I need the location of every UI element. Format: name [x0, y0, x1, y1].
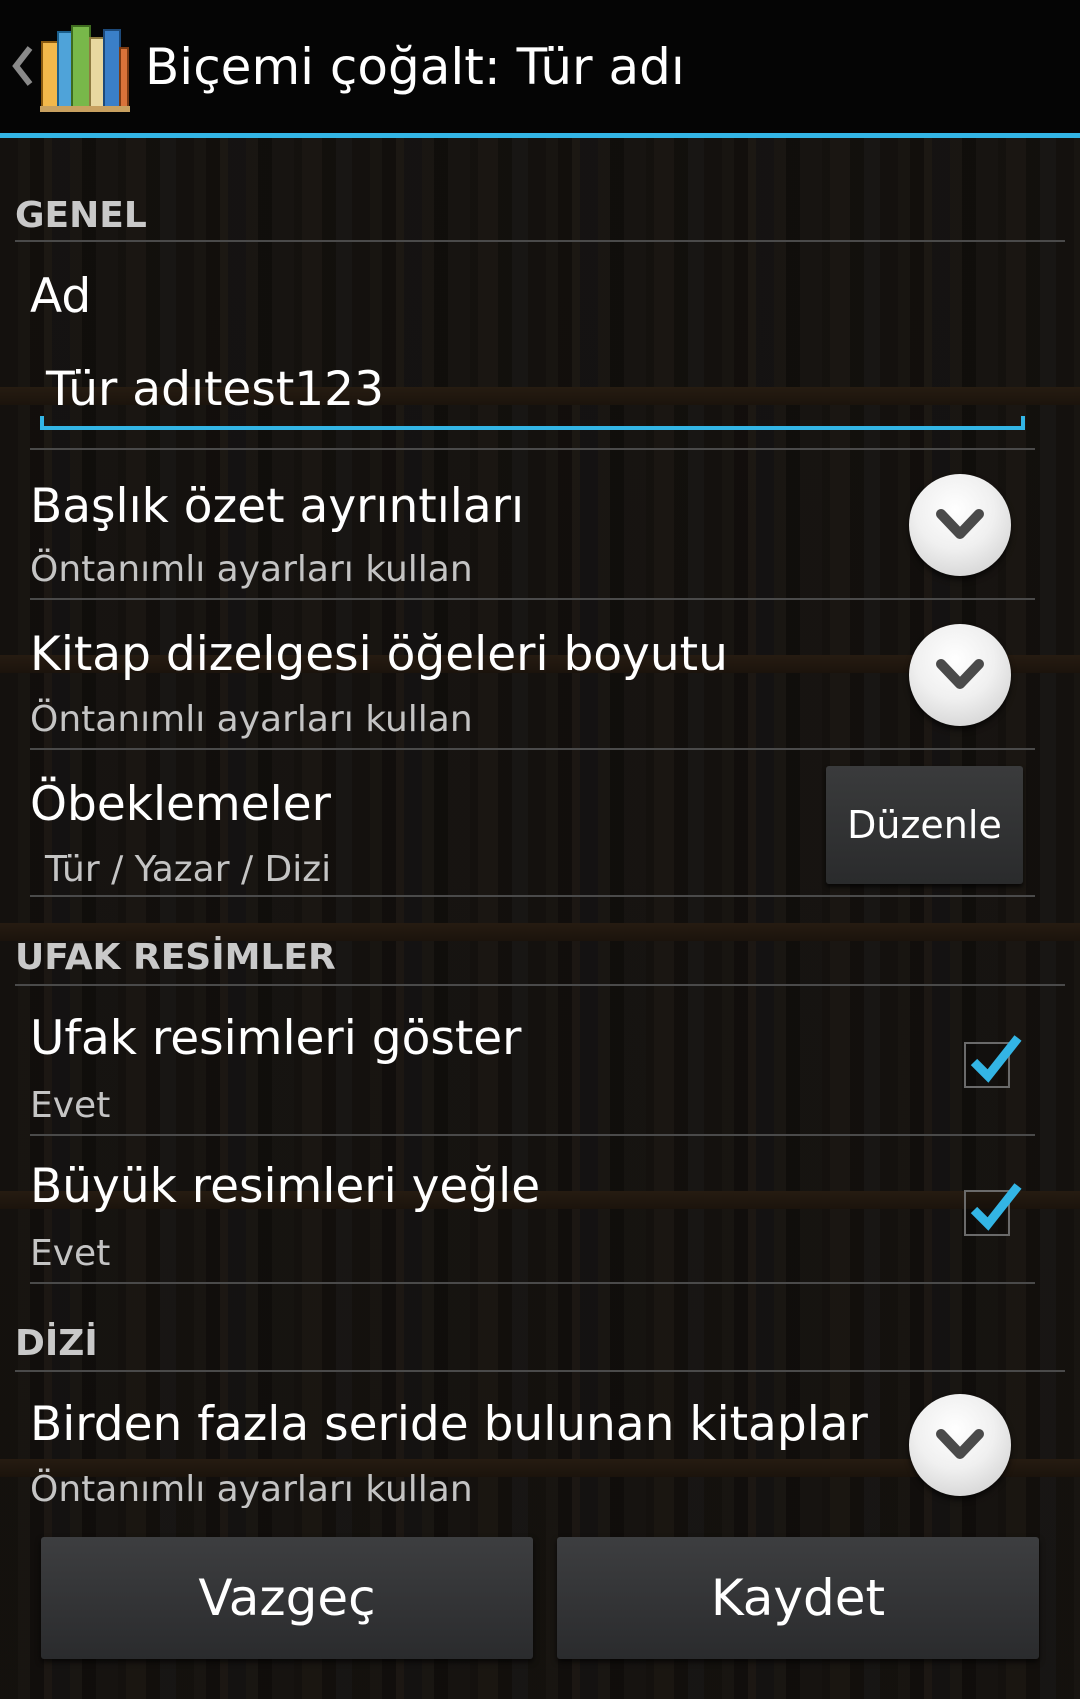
chevron-down-icon[interactable]: [909, 474, 1011, 576]
row-divider: [30, 895, 1035, 897]
row-divider: [30, 1134, 1035, 1136]
style-editor-content: GENEL Ad Tür adıtest123 Başlık özet ayrı…: [0, 138, 1080, 1508]
back-chevron-icon[interactable]: [10, 44, 34, 88]
action-bar: Biçemi çoğalt: Tür adı: [0, 0, 1080, 133]
checkmark-icon: [970, 1183, 1022, 1231]
pref-summary: Öntanımlı ayarları kullan: [30, 699, 473, 740]
pref-title: Kitap dizelgesi öğeleri boyutu: [30, 627, 728, 682]
pref-summary: Öntanımlı ayarları kullan: [30, 549, 473, 590]
section-header-series: DİZİ: [15, 1323, 98, 1364]
edit-groupings-button[interactable]: Düzenle: [826, 766, 1023, 884]
pref-summary: Tür / Yazar / Dizi: [45, 849, 332, 890]
checkmark-icon: [970, 1035, 1022, 1083]
book-shelf-app-icon[interactable]: [40, 22, 130, 112]
row-divider: [30, 448, 1035, 450]
prefer-large-images-checkbox[interactable]: [964, 1183, 1022, 1236]
cancel-button[interactable]: Vazgeç: [41, 1537, 533, 1659]
chevron-down-icon[interactable]: [909, 624, 1011, 726]
save-button[interactable]: Kaydet: [557, 1537, 1039, 1659]
row-divider: [30, 748, 1035, 750]
name-input-underline-tick: [1021, 416, 1025, 430]
name-input-value: Tür adıtest123: [46, 362, 384, 417]
pref-title: Birden fazla seride bulunan kitaplar: [30, 1397, 868, 1452]
section-header-thumbnails: UFAK RESİMLER: [15, 937, 336, 978]
row-divider: [30, 1282, 1035, 1284]
show-thumbnails-checkbox[interactable]: [964, 1035, 1022, 1088]
section-header-general: GENEL: [15, 195, 147, 236]
name-field-label: Ad: [30, 269, 92, 324]
pref-title: Başlık özet ayrıntıları: [30, 479, 525, 534]
screen-title: Biçemi çoğalt: Tür adı: [145, 38, 685, 96]
section-divider: [15, 1370, 1065, 1372]
row-divider: [30, 598, 1035, 600]
pref-title: Öbeklemeler: [30, 777, 331, 832]
name-input-underline: [40, 426, 1025, 430]
pref-summary: Öntanımlı ayarları kullan: [30, 1469, 473, 1508]
pref-summary: Evet: [30, 1085, 111, 1126]
chevron-down-icon[interactable]: [909, 1394, 1011, 1496]
section-divider: [15, 984, 1065, 986]
section-divider: [15, 240, 1065, 242]
name-input[interactable]: Tür adıtest123: [40, 350, 1025, 430]
name-input-underline-tick: [40, 416, 44, 430]
pref-summary: Evet: [30, 1233, 111, 1274]
pref-title: Büyük resimleri yeğle: [30, 1159, 541, 1214]
pref-title: Ufak resimleri göster: [30, 1011, 522, 1066]
